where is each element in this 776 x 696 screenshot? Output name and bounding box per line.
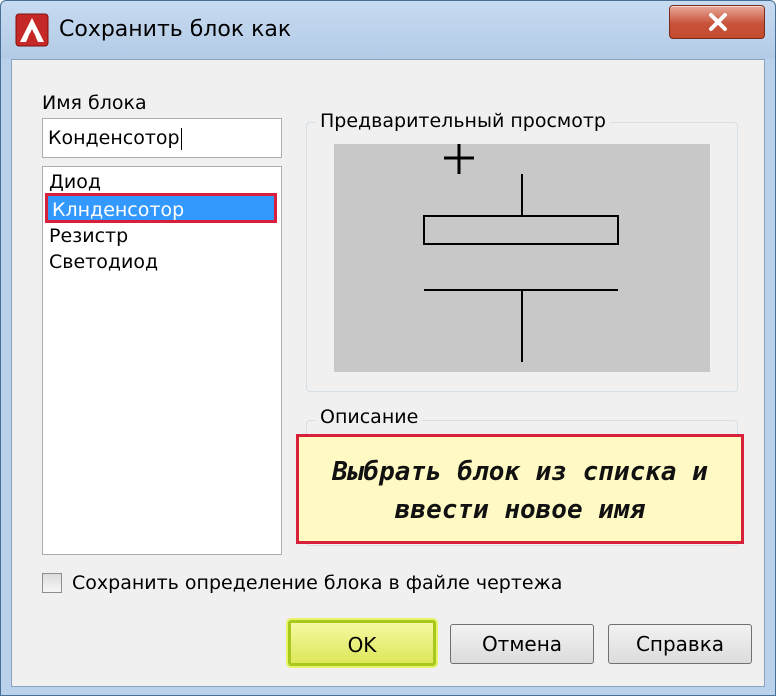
list-item[interactable]: Резистр <box>49 225 128 247</box>
list-item-selected[interactable]: Клнденсотор <box>45 193 277 223</box>
save-definition-checkbox[interactable] <box>42 573 62 593</box>
autocad-a-icon <box>15 13 49 47</box>
close-icon <box>709 13 727 31</box>
list-item[interactable]: Светодиод <box>49 251 158 273</box>
block-preview <box>334 144 710 372</box>
capacitor-preview-drawing <box>423 144 619 362</box>
block-name-input[interactable]: Конденсотор <box>42 118 282 158</box>
dialog-body: Имя блока Конденсотор Диод Клнденсотор Р… <box>11 59 765 687</box>
preview-label: Предварительный просмотр <box>316 110 610 132</box>
dialog-title: Сохранить блок как <box>59 17 292 42</box>
help-button[interactable]: Справка <box>608 624 752 664</box>
description-box[interactable]: Выбрать блок из списка и ввести новое им… <box>296 434 744 544</box>
close-button[interactable] <box>669 5 765 39</box>
ok-button[interactable]: OK <box>288 620 436 666</box>
description-label: Описание <box>316 406 423 428</box>
title-bar[interactable]: Сохранить блок как <box>1 1 775 59</box>
list-item[interactable]: Диод <box>49 171 101 193</box>
description-line-2: ввести новое имя <box>394 495 646 525</box>
block-name-label: Имя блока <box>42 92 147 114</box>
save-block-dialog: Сохранить блок как Имя блока Конденсотор… <box>0 0 776 696</box>
description-line-1: Выбрать блок из списка и <box>332 457 708 487</box>
save-definition-label[interactable]: Сохранить определение блока в файле черт… <box>72 572 562 594</box>
text-caret <box>180 127 182 150</box>
block-list[interactable]: Диод Клнденсотор Резистр Светодиод <box>42 166 282 555</box>
block-name-value: Конденсотор <box>48 127 180 149</box>
cancel-button[interactable]: Отмена <box>450 624 594 664</box>
